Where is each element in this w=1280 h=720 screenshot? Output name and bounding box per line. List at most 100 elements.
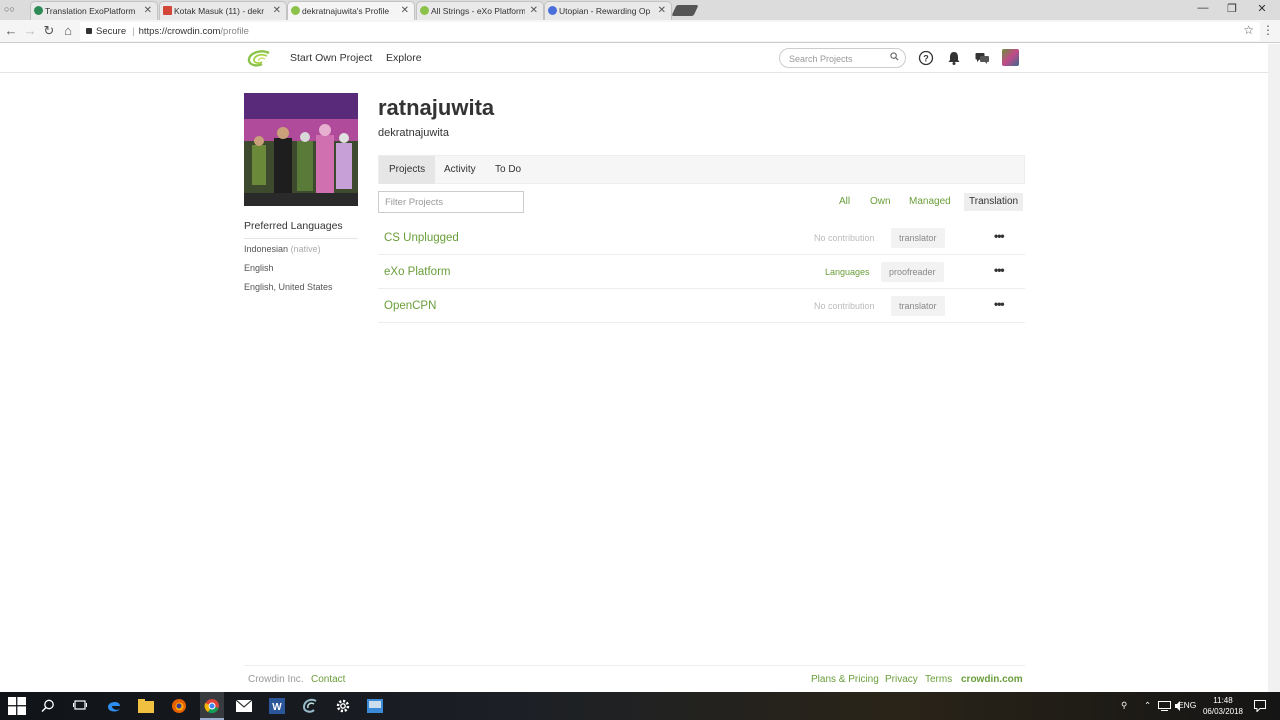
nav-explore[interactable]: Explore [386,52,422,64]
clock-date: 06/03/2018 [1202,707,1244,716]
utopian-favicon-icon [548,6,557,15]
footer-plans-pricing-link[interactable]: Plans & Pricing [811,674,879,685]
bookmark-star-icon[interactable]: ☆ [1243,23,1254,37]
home-icon[interactable]: ⌂ [60,23,76,38]
tab-projects[interactable]: Projects [379,156,436,184]
new-tab-button[interactable] [671,5,699,16]
word-icon[interactable]: W [269,698,285,714]
tab-activity[interactable]: Activity [434,156,486,184]
footer-company: Crowdin Inc. [248,674,304,685]
back-icon[interactable]: ← [3,23,19,38]
svg-text:?: ? [923,54,929,64]
help-icon[interactable]: ? [918,50,934,66]
project-name-link[interactable]: eXo Platform [384,266,450,278]
footer-divider [244,665,1025,666]
filter-own[interactable]: Own [865,193,896,211]
reload-icon[interactable]: ↻ [41,23,57,39]
role-badge: translator [891,296,945,316]
browser-tab-2[interactable]: Kotak Masuk (11) - dekr ✕ [159,1,287,20]
crowdin-favicon-icon [291,6,300,15]
browser-menu-icon[interactable]: ⋮ [1262,23,1274,37]
crowdin-logo-icon[interactable] [247,50,271,67]
browser-tab-3[interactable]: dekratnajuwita's Profile ✕ [287,1,415,20]
search-input[interactable]: Search Projects [779,48,906,68]
browser-tab-5[interactable]: Utopian - Rewarding Op ✕ [544,1,672,20]
close-icon[interactable]: ✕ [658,5,666,16]
forward-icon[interactable]: → [22,23,38,38]
language-item: English, United States [244,282,333,292]
footer-brand-link[interactable]: crowdin.com [961,674,1023,685]
input-language[interactable]: ENG [1178,700,1196,710]
exo-favicon-icon [34,6,43,15]
minimize-icon[interactable]: — [1193,2,1213,14]
browser-tab-bar: ○○ Translation ExoPlatform ✕ Kotak Masuk… [0,0,1280,20]
filter-managed[interactable]: Managed [904,193,956,211]
file-explorer-icon[interactable] [138,699,154,713]
more-options-icon[interactable]: ••• [994,263,1005,277]
network-icon[interactable] [1158,701,1171,711]
role-badge: proofreader [881,262,944,282]
close-icon[interactable]: ✕ [273,5,281,16]
languages-link[interactable]: Languages [825,267,870,277]
address-bar: ← → ↻ ⌂ Secure | https://crowdin.com/profi… [0,20,1280,43]
close-icon[interactable]: ✕ [144,5,152,16]
chrome-icon[interactable] [204,698,220,714]
project-row: CS Unplugged No contribution translator … [378,221,1025,255]
profile-display-name: ratnajuwita [378,95,495,120]
task-view-icon[interactable] [73,699,87,713]
search-icon[interactable] [890,52,899,61]
browser-tab-1[interactable]: Translation ExoPlatform ✕ [30,1,158,20]
windows-taskbar [0,692,1280,720]
firefox-icon[interactable] [171,698,187,714]
preferred-languages-title: Preferred Languages [244,220,343,232]
person-icon[interactable]: ⚲ [1121,700,1127,711]
tab-todo[interactable]: To Do [485,156,531,184]
more-options-icon[interactable]: ••• [994,297,1005,311]
app-swirl-icon[interactable] [302,698,318,714]
filter-all[interactable]: All [834,193,855,211]
close-icon[interactable]: ✕ [401,5,409,16]
close-icon[interactable]: ✕ [530,5,538,16]
messages-icon[interactable] [974,50,990,66]
more-options-icon[interactable]: ••• [994,229,1005,243]
footer-contact-link[interactable]: Contact [311,674,345,685]
user-avatar[interactable] [1002,49,1019,66]
search-icon[interactable] [41,699,55,713]
tab-title: Utopian - Rewarding Op [559,6,651,16]
action-center-icon[interactable] [1254,700,1266,712]
profile-photo [244,93,358,206]
tab-title: dekratnajuwita's Profile [302,6,390,16]
show-hidden-icons-icon[interactable]: ⌃ [1144,700,1151,711]
filter-translation[interactable]: Translation [964,193,1024,211]
search-placeholder: Search Projects [789,54,853,64]
crowdin-favicon-icon [420,6,429,15]
edge-browser-icon[interactable] [106,698,122,714]
tab-title: Kotak Masuk (11) - dekr [174,6,265,16]
url-host: https://crowdin.com [138,26,221,37]
project-row: OpenCPN No contribution translator ••• [378,289,1025,323]
language-item: English [244,263,274,273]
mail-icon[interactable] [236,700,252,712]
svg-text:W: W [272,702,282,713]
window-close-icon[interactable]: ✕ [1252,2,1272,15]
project-name-link[interactable]: CS Unplugged [384,232,459,244]
nav-start-own-project[interactable]: Start Own Project [290,52,372,64]
project-name-link[interactable]: OpenCPN [384,300,436,312]
notifications-bell-icon[interactable] [946,50,962,66]
remote-desktop-icon[interactable] [367,699,383,713]
browser-tab-4[interactable]: All Strings - eXo Platform ✕ [416,1,544,20]
system-clock[interactable]: 11:48 06/03/2018 [1195,695,1251,717]
footer-privacy-link[interactable]: Privacy [885,674,918,685]
settings-gear-icon[interactable] [335,698,351,714]
footer-terms-link[interactable]: Terms [925,674,952,685]
restore-icon[interactable]: ❐ [1222,2,1242,15]
page-scrollbar[interactable] [1268,44,1280,692]
url-field[interactable]: Secure | https://crowdin.com/profile [80,22,1260,41]
filter-projects-input[interactable]: Filter Projects [378,191,524,213]
windows-start-icon[interactable] [8,697,26,715]
language-item: Indonesian (native) [244,244,321,254]
url-path: /profile [220,26,249,37]
gmail-favicon-icon [163,6,172,15]
tab-title: Translation ExoPlatform [45,6,136,16]
tab-title: All Strings - eXo Platform [431,6,525,16]
